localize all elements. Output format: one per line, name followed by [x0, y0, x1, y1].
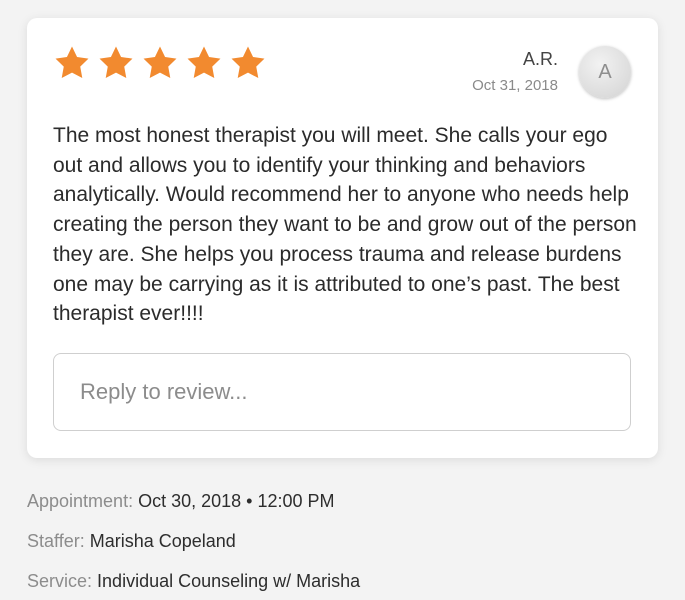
star-icon	[231, 46, 265, 79]
service-label: Service:	[27, 571, 93, 591]
review-card: A.R. Oct 31, 2018 A The most honest ther…	[27, 18, 658, 458]
staffer-row: Staffer: Marisha Copeland	[27, 530, 236, 552]
avatar-initial: A	[598, 60, 612, 83]
star-rating	[52, 44, 268, 82]
star-icon	[143, 46, 177, 79]
appointment-label: Appointment:	[27, 491, 134, 511]
service-value: Individual Counseling w/ Marisha	[97, 571, 361, 591]
star-icon	[99, 46, 133, 79]
star-icon	[187, 46, 221, 79]
reviewer-info: A.R. Oct 31, 2018	[472, 48, 558, 95]
service-row: Service: Individual Counseling w/ Marish…	[27, 570, 360, 592]
staffer-value: Marisha Copeland	[89, 531, 236, 551]
avatar[interactable]: A	[579, 46, 631, 98]
reviewer-name: A.R.	[522, 49, 558, 69]
review-text: The most honest therapist you will meet.…	[53, 124, 637, 326]
appointment-row: Appointment: Oct 30, 2018 • 12:00 PM	[27, 490, 335, 512]
review-date: Oct 31, 2018	[472, 77, 558, 94]
reply-input[interactable]	[53, 353, 631, 431]
star-icon	[55, 46, 89, 79]
staffer-label: Staffer:	[27, 531, 85, 551]
appointment-value: Oct 30, 2018 • 12:00 PM	[138, 491, 335, 511]
